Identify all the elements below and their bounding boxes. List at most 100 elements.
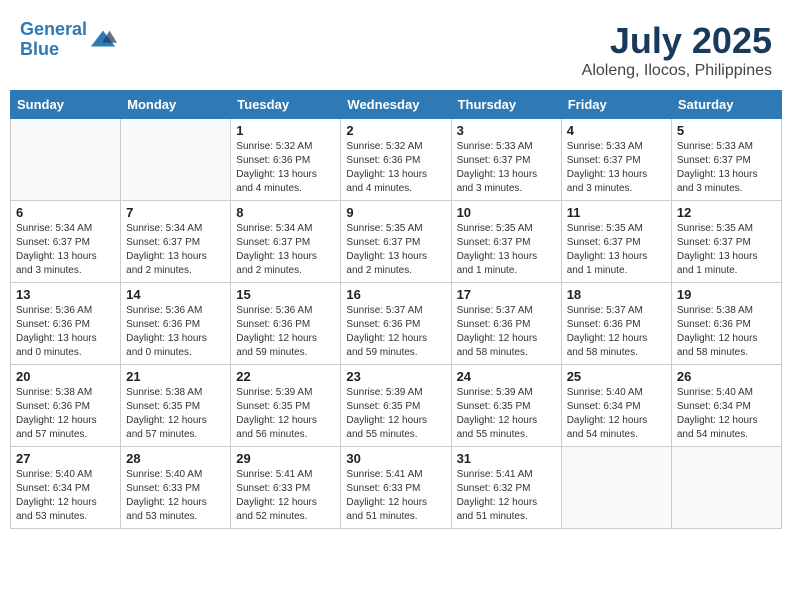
calendar-cell: 10 Sunrise: 5:35 AM Sunset: 6:37 PM Dayli… xyxy=(451,201,561,283)
day-info: Sunrise: 5:33 AM Sunset: 6:37 PM Dayligh… xyxy=(677,140,776,196)
day-number: 9 xyxy=(346,205,445,220)
day-number: 6 xyxy=(16,205,115,220)
day-number: 11 xyxy=(567,205,666,220)
day-info: Sunrise: 5:36 AM Sunset: 6:36 PM Dayligh… xyxy=(16,304,115,360)
day-number: 1 xyxy=(236,123,335,138)
calendar-week-row: 27 Sunrise: 5:40 AM Sunset: 6:34 PM Dayli… xyxy=(11,447,782,529)
calendar-cell: 19 Sunrise: 5:38 AM Sunset: 6:36 PM Dayli… xyxy=(671,283,781,365)
day-number: 27 xyxy=(16,451,115,466)
logo-text: GeneralBlue xyxy=(20,20,87,60)
calendar-cell xyxy=(671,447,781,529)
day-number: 3 xyxy=(457,123,556,138)
calendar-cell: 17Sunrise: 5:37 AM Sunset: 6:36 PM Dayli… xyxy=(451,283,561,365)
day-info: Sunrise: 5:40 AM Sunset: 6:34 PM Dayligh… xyxy=(677,386,776,442)
day-number: 25 xyxy=(567,369,666,384)
day-number: 26 xyxy=(677,369,776,384)
day-info: Sunrise: 5:35 AM Sunset: 6:37 PM Dayligh… xyxy=(677,222,776,278)
day-number: 18 xyxy=(567,287,666,302)
day-info: Sunrise: 5:40 AM Sunset: 6:34 PM Dayligh… xyxy=(16,468,115,524)
calendar-cell: 6 Sunrise: 5:34 AM Sunset: 6:37 PM Daylig… xyxy=(11,201,121,283)
day-number: 24 xyxy=(457,369,556,384)
location-subtitle: Aloleng, Ilocos, Philippines xyxy=(582,62,772,80)
calendar-cell xyxy=(11,119,121,201)
calendar-cell: 2Sunrise: 5:32 AM Sunset: 6:36 PM Daylig… xyxy=(341,119,451,201)
day-number: 23 xyxy=(346,369,445,384)
day-info: Sunrise: 5:33 AM Sunset: 6:37 PM Dayligh… xyxy=(567,140,666,196)
day-number: 28 xyxy=(126,451,225,466)
day-number: 7 xyxy=(126,205,225,220)
day-info: Sunrise: 5:37 AM Sunset: 6:36 PM Dayligh… xyxy=(346,304,445,360)
day-info: Sunrise: 5:34 AM Sunset: 6:37 PM Dayligh… xyxy=(16,222,115,278)
calendar-cell: 16 Sunrise: 5:37 AM Sunset: 6:36 PM Dayli… xyxy=(341,283,451,365)
calendar-cell: 29Sunrise: 5:41 AM Sunset: 6:33 PM Dayli… xyxy=(231,447,341,529)
weekday-header-sunday: Sunday xyxy=(11,91,121,119)
calendar-cell: 21Sunrise: 5:38 AM Sunset: 6:35 PM Dayli… xyxy=(121,365,231,447)
month-year-title: July 2025 xyxy=(582,20,772,62)
day-info: Sunrise: 5:41 AM Sunset: 6:33 PM Dayligh… xyxy=(346,468,445,524)
calendar-cell: 23 Sunrise: 5:39 AM Sunset: 6:35 PM Dayli… xyxy=(341,365,451,447)
calendar-cell: 18 Sunrise: 5:37 AM Sunset: 6:36 PM Dayli… xyxy=(561,283,671,365)
day-info: Sunrise: 5:33 AM Sunset: 6:37 PM Dayligh… xyxy=(457,140,556,196)
calendar-week-row: 20 Sunrise: 5:38 AM Sunset: 6:36 PM Dayli… xyxy=(11,365,782,447)
calendar-cell: 24 Sunrise: 5:39 AM Sunset: 6:35 PM Dayli… xyxy=(451,365,561,447)
calendar-cell: 22 Sunrise: 5:39 AM Sunset: 6:35 PM Dayli… xyxy=(231,365,341,447)
calendar-week-row: 13 Sunrise: 5:36 AM Sunset: 6:36 PM Dayli… xyxy=(11,283,782,365)
calendar-cell: 31 Sunrise: 5:41 AM Sunset: 6:32 PM Dayli… xyxy=(451,447,561,529)
calendar-table: SundayMondayTuesdayWednesdayThursdayFrid… xyxy=(10,90,782,529)
day-number: 5 xyxy=(677,123,776,138)
day-number: 16 xyxy=(346,287,445,302)
title-block: July 2025 Aloleng, Ilocos, Philippines xyxy=(582,20,772,80)
day-number: 10 xyxy=(457,205,556,220)
day-number: 19 xyxy=(677,287,776,302)
weekday-header-tuesday: Tuesday xyxy=(231,91,341,119)
day-info: Sunrise: 5:34 AM Sunset: 6:37 PM Dayligh… xyxy=(236,222,335,278)
day-info: Sunrise: 5:39 AM Sunset: 6:35 PM Dayligh… xyxy=(457,386,556,442)
weekday-header-thursday: Thursday xyxy=(451,91,561,119)
day-number: 14 xyxy=(126,287,225,302)
day-info: Sunrise: 5:35 AM Sunset: 6:37 PM Dayligh… xyxy=(457,222,556,278)
day-number: 13 xyxy=(16,287,115,302)
calendar-cell: 14 Sunrise: 5:36 AM Sunset: 6:36 PM Dayli… xyxy=(121,283,231,365)
calendar-week-row: 1 Sunrise: 5:32 AM Sunset: 6:36 PM Daylig… xyxy=(11,119,782,201)
calendar-cell: 15 Sunrise: 5:36 AM Sunset: 6:36 PM Dayli… xyxy=(231,283,341,365)
logo: GeneralBlue xyxy=(20,20,117,60)
day-number: 17 xyxy=(457,287,556,302)
calendar-cell xyxy=(121,119,231,201)
day-number: 12 xyxy=(677,205,776,220)
calendar-cell: 9Sunrise: 5:35 AM Sunset: 6:37 PM Daylig… xyxy=(341,201,451,283)
day-info: Sunrise: 5:32 AM Sunset: 6:36 PM Dayligh… xyxy=(236,140,335,196)
day-info: Sunrise: 5:38 AM Sunset: 6:36 PM Dayligh… xyxy=(677,304,776,360)
day-info: Sunrise: 5:41 AM Sunset: 6:33 PM Dayligh… xyxy=(236,468,335,524)
calendar-cell: 1 Sunrise: 5:32 AM Sunset: 6:36 PM Daylig… xyxy=(231,119,341,201)
day-number: 8 xyxy=(236,205,335,220)
calendar-cell: 27 Sunrise: 5:40 AM Sunset: 6:34 PM Dayli… xyxy=(11,447,121,529)
day-info: Sunrise: 5:36 AM Sunset: 6:36 PM Dayligh… xyxy=(236,304,335,360)
day-info: Sunrise: 5:37 AM Sunset: 6:36 PM Dayligh… xyxy=(567,304,666,360)
calendar-cell: 8 Sunrise: 5:34 AM Sunset: 6:37 PM Daylig… xyxy=(231,201,341,283)
day-number: 15 xyxy=(236,287,335,302)
calendar-cell: 28 Sunrise: 5:40 AM Sunset: 6:33 PM Dayli… xyxy=(121,447,231,529)
weekday-header-friday: Friday xyxy=(561,91,671,119)
calendar-cell: 20 Sunrise: 5:38 AM Sunset: 6:36 PM Dayli… xyxy=(11,365,121,447)
day-info: Sunrise: 5:38 AM Sunset: 6:36 PM Dayligh… xyxy=(16,386,115,442)
calendar-cell: 25Sunrise: 5:40 AM Sunset: 6:34 PM Dayli… xyxy=(561,365,671,447)
day-info: Sunrise: 5:40 AM Sunset: 6:33 PM Dayligh… xyxy=(126,468,225,524)
calendar-cell: 30Sunrise: 5:41 AM Sunset: 6:33 PM Dayli… xyxy=(341,447,451,529)
day-info: Sunrise: 5:39 AM Sunset: 6:35 PM Dayligh… xyxy=(346,386,445,442)
day-info: Sunrise: 5:38 AM Sunset: 6:35 PM Dayligh… xyxy=(126,386,225,442)
calendar-cell: 5 Sunrise: 5:33 AM Sunset: 6:37 PM Daylig… xyxy=(671,119,781,201)
day-info: Sunrise: 5:39 AM Sunset: 6:35 PM Dayligh… xyxy=(236,386,335,442)
calendar-cell: 12 Sunrise: 5:35 AM Sunset: 6:37 PM Dayli… xyxy=(671,201,781,283)
day-info: Sunrise: 5:35 AM Sunset: 6:37 PM Dayligh… xyxy=(567,222,666,278)
day-info: Sunrise: 5:32 AM Sunset: 6:36 PM Dayligh… xyxy=(346,140,445,196)
calendar-cell xyxy=(561,447,671,529)
calendar-cell: 26 Sunrise: 5:40 AM Sunset: 6:34 PM Dayli… xyxy=(671,365,781,447)
day-number: 31 xyxy=(457,451,556,466)
calendar-cell: 4Sunrise: 5:33 AM Sunset: 6:37 PM Daylig… xyxy=(561,119,671,201)
weekday-header-saturday: Saturday xyxy=(671,91,781,119)
page-header: GeneralBlue July 2025 Aloleng, Ilocos, P… xyxy=(10,10,782,85)
day-info: Sunrise: 5:41 AM Sunset: 6:32 PM Dayligh… xyxy=(457,468,556,524)
day-info: Sunrise: 5:36 AM Sunset: 6:36 PM Dayligh… xyxy=(126,304,225,360)
day-number: 20 xyxy=(16,369,115,384)
day-number: 22 xyxy=(236,369,335,384)
